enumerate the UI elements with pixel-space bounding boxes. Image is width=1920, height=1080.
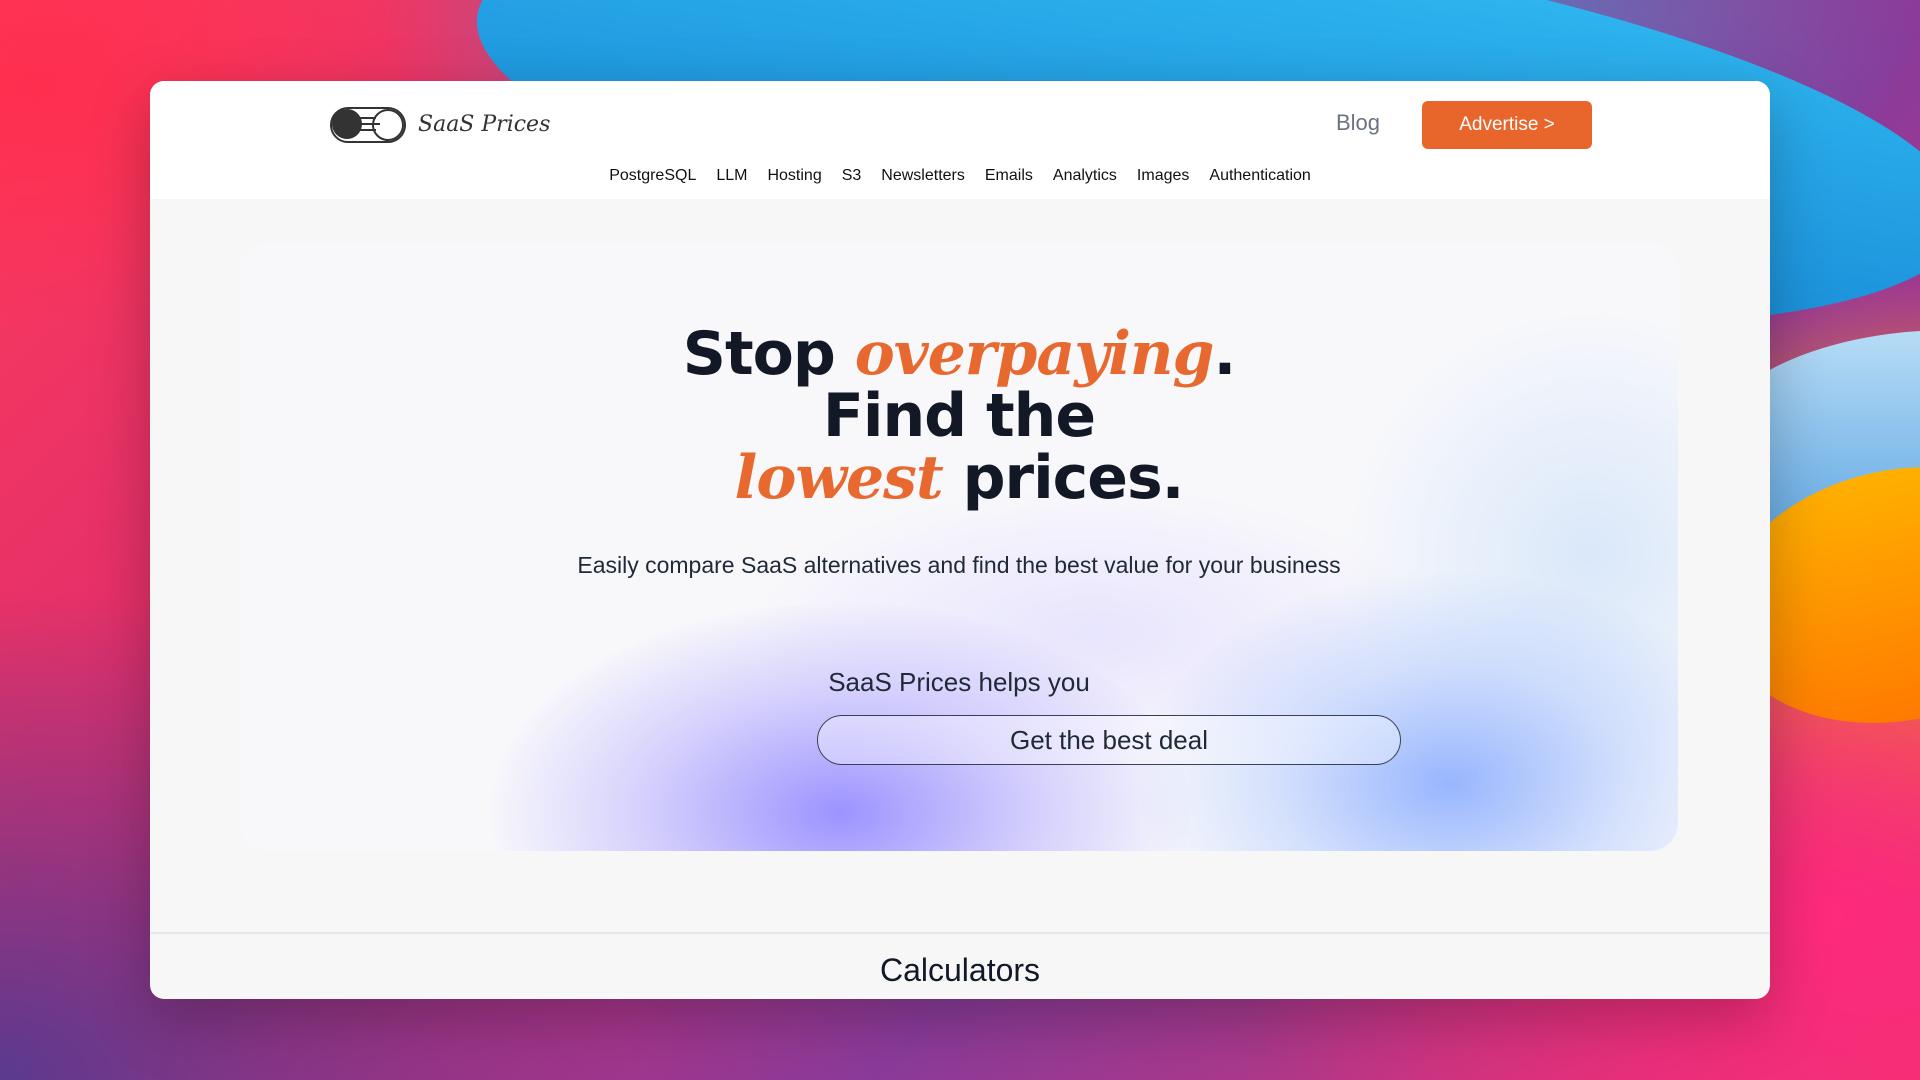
headline-accent-lowest: lowest <box>734 443 944 513</box>
site-logo[interactable]: SaaS Prices <box>330 105 550 143</box>
nav-item-hosting[interactable]: Hosting <box>767 167 821 185</box>
nav-item-emails[interactable]: Emails <box>985 167 1033 185</box>
advertise-button[interactable]: Advertise > <box>1422 101 1592 149</box>
headline-accent-overpaying: overpaying <box>854 319 1215 389</box>
site-header: SaaS Prices Blog Advertise > PostgreSQL … <box>150 81 1770 199</box>
category-nav: PostgreSQL LLM Hosting S3 Newsletters Em… <box>150 167 1770 185</box>
logo-text: SaaS Prices <box>418 111 551 137</box>
helps-label: SaaS Prices helps you <box>828 667 1090 697</box>
get-best-deal-button[interactable]: Get the best deal <box>817 715 1401 765</box>
headline-line1: Stop overpaying. <box>682 319 1236 389</box>
hero-section: Stop overpaying. Find the lowest prices.… <box>240 243 1678 851</box>
desktop-background: SaaS Prices Blog Advertise > PostgreSQL … <box>0 0 1920 1080</box>
headline-line2: Find the <box>822 381 1096 451</box>
nav-item-postgresql[interactable]: PostgreSQL <box>609 167 696 185</box>
browser-window: SaaS Prices Blog Advertise > PostgreSQL … <box>150 81 1770 999</box>
toggle-switch-icon <box>330 105 406 143</box>
nav-item-newsletters[interactable]: Newsletters <box>881 167 965 185</box>
hero-subtitle: Easily compare SaaS alternatives and fin… <box>577 552 1341 578</box>
hero-headline: Stop overpaying. Find the lowest prices. <box>240 323 1678 509</box>
nav-item-analytics[interactable]: Analytics <box>1053 167 1117 185</box>
nav-item-llm[interactable]: LLM <box>716 167 747 185</box>
nav-item-images[interactable]: Images <box>1137 167 1189 185</box>
section-divider <box>150 932 1770 934</box>
nav-item-s3[interactable]: S3 <box>842 167 862 185</box>
calculators-heading: Calculators <box>879 952 1041 988</box>
blog-link[interactable]: Blog <box>1336 110 1380 136</box>
headline-line3: lowest prices. <box>734 443 1185 513</box>
nav-item-authentication[interactable]: Authentication <box>1209 167 1310 185</box>
